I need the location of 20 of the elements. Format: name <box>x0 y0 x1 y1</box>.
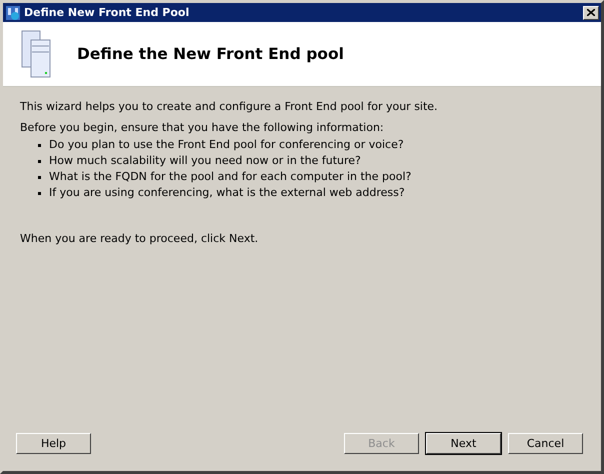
wizard-button[interactable]: Cancel <box>508 433 583 454</box>
servers-icon <box>21 30 51 78</box>
list-item: Do you plan to use the Front End pool for conferencing or voice? <box>49 138 404 151</box>
bullet-icon <box>38 144 41 147</box>
prereq-heading: Before you begin, ensure that you have the following information: <box>20 121 385 134</box>
close-icon <box>587 9 595 16</box>
wizard-button[interactable]: Help <box>16 433 91 454</box>
list-item: How much scalability will you need now or in the future? <box>49 154 361 167</box>
close-button[interactable] <box>583 6 599 20</box>
page-heading: Define the New Front End pool <box>77 45 344 63</box>
closing-text: When you are ready to proceed, click Next. <box>20 232 260 245</box>
window-title: Define New Front End Pool <box>24 6 190 19</box>
bullet-icon <box>38 192 41 195</box>
app-icon <box>5 4 21 20</box>
wizard-button[interactable]: Next <box>426 433 501 454</box>
bullet-icon <box>38 176 41 179</box>
intro-text: This wizard helps you to create and configure a Front End pool for your site. <box>20 100 439 113</box>
list-item: If you are using conferencing, what is the external web address? <box>49 186 405 199</box>
list-item: What is the FQDN for the pool and for each computer in the pool? <box>49 170 412 183</box>
bullet-icon <box>38 160 41 163</box>
